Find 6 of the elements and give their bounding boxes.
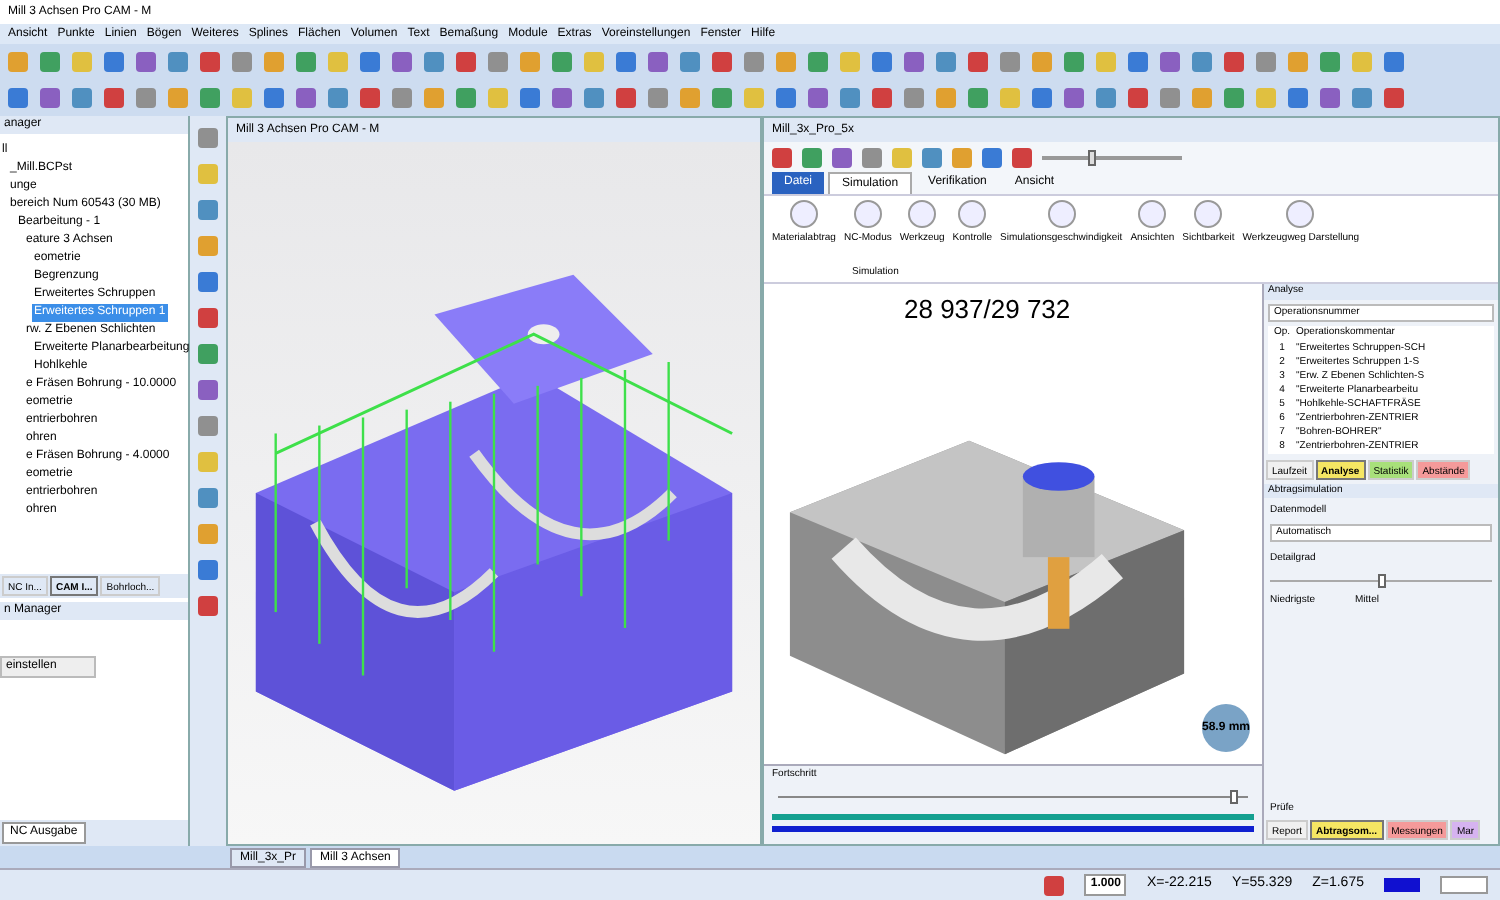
- slider-thumb[interactable]: [1087, 149, 1095, 165]
- color-swatch[interactable]: [1384, 878, 1420, 892]
- slider-thumb[interactable]: [1229, 789, 1238, 803]
- slider-thumb[interactable]: [1377, 573, 1385, 587]
- operation-counter: 28 937/29 732: [904, 292, 1073, 328]
- line-style-field[interactable]: [1440, 876, 1488, 894]
